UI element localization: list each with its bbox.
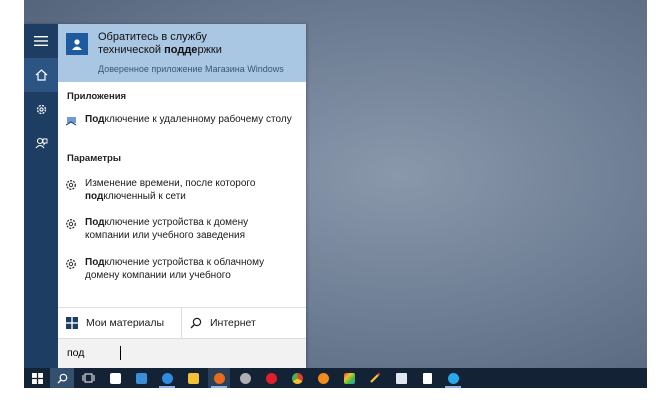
list-item-setting-cloud-domain[interactable]: Подключение устройства к облачному домен… [64, 256, 300, 284]
search-results-panel: Обратитесь в службу технической поддержк… [58, 24, 306, 368]
chrome-icon [291, 372, 303, 384]
skype-icon [447, 372, 459, 384]
list-item-label: Подключение к удаленному рабочему столу [85, 113, 295, 126]
document-icon [422, 372, 432, 384]
gear-icon [66, 219, 76, 229]
news-icon [135, 372, 147, 384]
remote-desktop-icon [65, 117, 77, 126]
taskbar-app-skype[interactable] [442, 368, 464, 388]
search-input[interactable]: под [58, 338, 306, 368]
item-text: ключение к удаленному рабочему столу [104, 114, 292, 125]
taskbar-app-store[interactable] [104, 368, 126, 388]
media-icon [239, 372, 251, 384]
settings-button[interactable] [24, 92, 58, 126]
taskbar-search-button[interactable] [50, 368, 74, 388]
list-item-remote-desktop[interactable]: Подключение к удаленному рабочему столу [64, 113, 300, 141]
web-search-label: Интернет [210, 317, 256, 329]
search-icon [56, 373, 67, 384]
best-match-title-line1: Обратитесь в службу [98, 31, 207, 43]
gear-icon [66, 259, 76, 269]
title-part: технической [98, 44, 165, 56]
taskbar-app-chrome[interactable] [286, 368, 308, 388]
match-text: Под [85, 217, 105, 228]
start-menu: Обратитесь в службу технической поддержк… [24, 24, 306, 368]
list-item-label: Подключение устройства к облачному домен… [85, 256, 295, 282]
search-query-text: под [67, 347, 85, 359]
taskbar-app-edge[interactable] [156, 368, 178, 388]
list-item-label: Подключение устройства к домену компании… [85, 216, 295, 242]
taskbar-app-opera[interactable] [260, 368, 282, 388]
person-feedback-icon [35, 137, 47, 148]
windows-logo-icon [66, 317, 78, 329]
title-part: ржки [197, 44, 222, 56]
feedback-button[interactable] [24, 126, 58, 160]
support-app-icon [66, 33, 88, 55]
best-match-title: Обратитесь в службу технической поддержк… [98, 31, 298, 57]
best-match-subtitle: Доверенное приложение Магазина Windows [98, 64, 284, 74]
item-text: ключение устройства к домену компании ил… [85, 217, 249, 241]
title-match: подде [164, 44, 198, 56]
taskbar-app-pencil[interactable] [364, 368, 386, 388]
hamburger-menu-button[interactable] [24, 24, 58, 58]
paint-icon [343, 372, 355, 384]
best-match-title-line2: технической поддержки [98, 44, 298, 57]
edge-icon [161, 372, 173, 384]
best-match-result[interactable]: Обратитесь в службу технической поддержк… [58, 24, 306, 82]
section-header-apps: Приложения [67, 91, 127, 102]
taskbar-app-document[interactable] [416, 368, 438, 388]
task-view-button[interactable] [76, 368, 100, 388]
divider [181, 308, 182, 338]
taskbar-app-firefox[interactable] [208, 368, 230, 388]
my-stuff-button[interactable]: Мои материалы [66, 308, 180, 338]
match-text: под [85, 191, 104, 202]
avast-icon [317, 372, 329, 384]
gear-icon [36, 104, 46, 114]
list-item-label: Изменение времени, после которого подклю… [85, 177, 295, 203]
desktop: Обратитесь в службу технической поддержк… [24, 0, 647, 388]
list-item-setting-domain[interactable]: Подключение устройства к домену компании… [64, 216, 300, 244]
task-view-icon [82, 373, 94, 383]
taskbar-app-news[interactable] [130, 368, 152, 388]
taskbar-app-avast[interactable] [312, 368, 334, 388]
web-search-button[interactable]: Интернет [190, 308, 300, 338]
home-icon [35, 69, 47, 81]
taskbar-app-explorer[interactable] [182, 368, 204, 388]
item-text: ключение устройства к облачному домену к… [85, 257, 265, 281]
gear-icon [66, 180, 76, 190]
start-button[interactable] [24, 368, 50, 388]
match-text: Под [85, 257, 105, 268]
match-text: Под [85, 114, 105, 125]
store-icon [109, 372, 121, 384]
item-text: ключенный к сети [103, 191, 186, 202]
windows-logo-icon [31, 372, 43, 384]
hamburger-icon [34, 36, 48, 46]
firefox-icon [213, 372, 225, 384]
start-rail [24, 24, 58, 368]
search-icon [190, 317, 202, 329]
explorer-icon [187, 372, 199, 384]
taskbar [24, 368, 647, 388]
my-stuff-label: Мои материалы [86, 317, 165, 329]
taskbar-app-notepad[interactable] [390, 368, 412, 388]
text-caret [120, 346, 121, 360]
opera-icon [265, 372, 277, 384]
home-button[interactable] [24, 58, 58, 92]
notepad-icon [395, 372, 407, 384]
running-indicator [159, 386, 175, 388]
pencil-icon [370, 372, 381, 383]
list-item-setting-time[interactable]: Изменение времени, после которого подклю… [64, 177, 300, 205]
running-indicator [445, 386, 461, 388]
item-text: Изменение времени, после которого [85, 178, 256, 189]
taskbar-app-paint[interactable] [338, 368, 360, 388]
running-indicator [211, 386, 227, 388]
section-header-settings: Параметры [67, 153, 121, 164]
taskbar-app-media[interactable] [234, 368, 256, 388]
